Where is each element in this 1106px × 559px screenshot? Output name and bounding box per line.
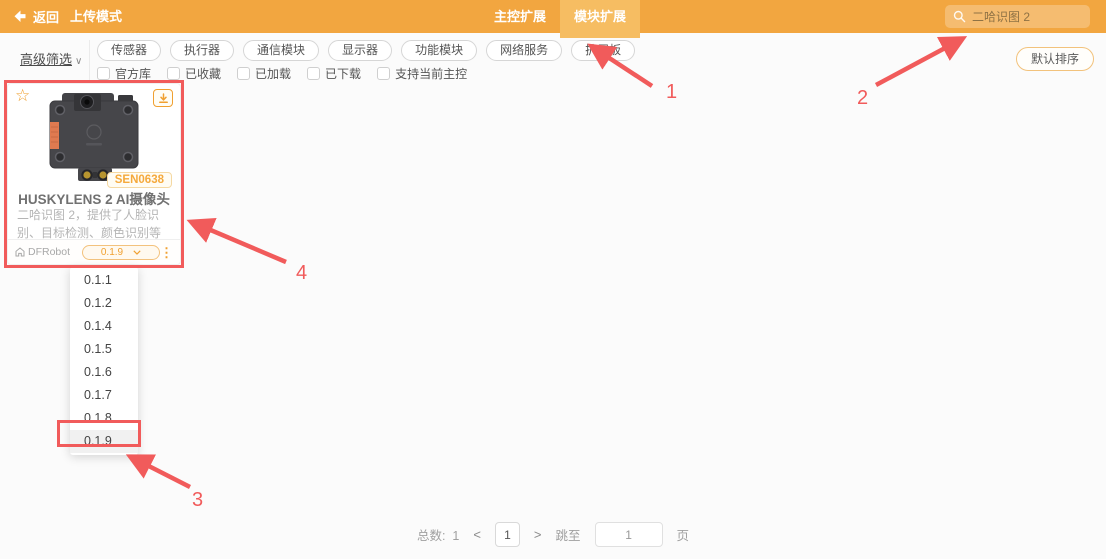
back-button[interactable]: 返回 [12,0,59,33]
filter-divider [89,40,90,83]
back-arrow-icon [12,10,26,23]
checkbox-label: 已加载 [255,65,291,82]
jump-to-label: 跳至 [556,525,581,544]
search-icon [953,10,966,23]
extension-tabs: 主控扩展 模块扩展 [480,0,640,38]
checkbox-icon[interactable] [167,67,180,80]
annotation-number-4: 4 [296,262,307,284]
total-label: 总数: [417,529,445,543]
module-extension-library-page: 返回 上传模式 主控扩展 模块扩展 高级筛选∨ 传感器 执行器 通信模块 显示器… [0,0,1106,559]
checkbox-label: 已收藏 [185,65,221,82]
category-pill-actuator[interactable]: 执行器 [170,40,234,61]
checkbox-icon[interactable] [237,67,250,80]
advanced-filter-toggle[interactable]: 高级筛选∨ [20,49,82,68]
category-pill-row: 传感器 执行器 通信模块 显示器 功能模块 网络服务 扩展板 [97,40,635,61]
version-option-0-1-6[interactable]: 0.1.6 [70,361,138,384]
version-select[interactable]: 0.1.9 [82,245,160,260]
upload-mode-button[interactable]: 上传模式 [70,0,122,33]
checkbox-label: 已下载 [325,65,361,82]
module-card-footer: DFRobot 0.1.9 ⋮ [8,239,180,264]
checkbox-supports-current-board[interactable]: 支持当前主控 [377,65,467,82]
back-label: 返回 [33,7,59,26]
search-box[interactable] [945,5,1090,28]
checkbox-icon[interactable] [377,67,390,80]
category-pill-function[interactable]: 功能模块 [401,40,477,61]
category-pill-communication[interactable]: 通信模块 [243,40,319,61]
product-code-badge: SEN0638 [107,172,172,188]
download-icon [158,93,169,104]
version-option-0-1-1[interactable]: 0.1.1 [70,269,138,292]
annotation-arrow-3 [133,458,190,487]
header-bar: 返回 上传模式 主控扩展 模块扩展 [0,0,1106,33]
annotation-arrow-4 [194,223,286,262]
advanced-filter-label: 高级筛选 [20,52,72,67]
annotation-number-2: 2 [857,87,868,109]
selected-version: 0.1.9 [101,247,123,258]
card-menu-dots-icon[interactable]: ⋮ [160,246,173,259]
version-option-0-1-5[interactable]: 0.1.5 [70,338,138,361]
search-input[interactable] [972,10,1082,24]
page-unit-label: 页 [677,525,690,544]
category-pill-expansion-board[interactable]: 扩展板 [571,40,635,61]
version-dropdown-list: 0.1.1 0.1.2 0.1.4 0.1.5 0.1.6 0.1.7 0.1.… [70,267,138,455]
checkbox-downloaded[interactable]: 已下载 [307,65,361,82]
module-card-title: HUSKYLENS 2 AI摄像头 [8,188,180,208]
category-pill-display[interactable]: 显示器 [328,40,392,61]
pagination-bar: 总数: 1 < 1 > 跳至 页 [0,522,1106,547]
version-option-0-1-8[interactable]: 0.1.8 [70,407,138,430]
vendor-info: DFRobot [15,246,70,258]
checkbox-label: 官方库 [115,65,151,82]
download-button[interactable] [153,89,173,107]
checkbox-official-library[interactable]: 官方库 [97,65,151,82]
version-option-0-1-7[interactable]: 0.1.7 [70,384,138,407]
category-pill-network[interactable]: 网络服务 [486,40,562,61]
chevron-down-icon [133,250,141,255]
home-icon [15,247,25,257]
total-count: 总数: 1 [417,525,459,544]
annotation-arrow-2 [876,40,960,85]
annotation-number-3: 3 [192,489,203,511]
default-sort-button[interactable]: 默认排序 [1016,47,1094,71]
favorite-star-icon[interactable]: ☆ [15,86,30,106]
product-image-huskylens-board [34,91,154,185]
tab-main-control-extension[interactable]: 主控扩展 [480,0,560,33]
checkbox-favorited[interactable]: 已收藏 [167,65,221,82]
total-value: 1 [452,529,459,543]
next-page-button[interactable]: > [534,527,542,542]
version-option-0-1-4[interactable]: 0.1.4 [70,315,138,338]
module-card-description: 二哈识图 2，提供了人脸识别、目标检测、颜色识别等多种AI视觉... [8,206,180,243]
checkbox-loaded[interactable]: 已加载 [237,65,291,82]
vendor-name: DFRobot [28,246,70,258]
category-pill-sensor[interactable]: 传感器 [97,40,161,61]
annotation-number-1: 1 [666,81,677,103]
chevron-down-icon: ∨ [75,56,82,67]
current-page-box[interactable]: 1 [495,522,520,547]
checkbox-icon[interactable] [307,67,320,80]
jump-page-input[interactable] [595,522,663,547]
checkbox-label: 支持当前主控 [395,65,467,82]
module-card-huskylens[interactable]: ☆ [7,83,181,265]
version-option-0-1-9[interactable]: 0.1.9 [70,430,138,453]
version-option-0-1-2[interactable]: 0.1.2 [70,292,138,315]
checkbox-filter-row: 官方库 已收藏 已加载 已下载 支持当前主控 [97,65,467,82]
checkbox-icon[interactable] [97,67,110,80]
tab-module-extension[interactable]: 模块扩展 [560,0,640,38]
prev-page-button[interactable]: < [473,527,481,542]
